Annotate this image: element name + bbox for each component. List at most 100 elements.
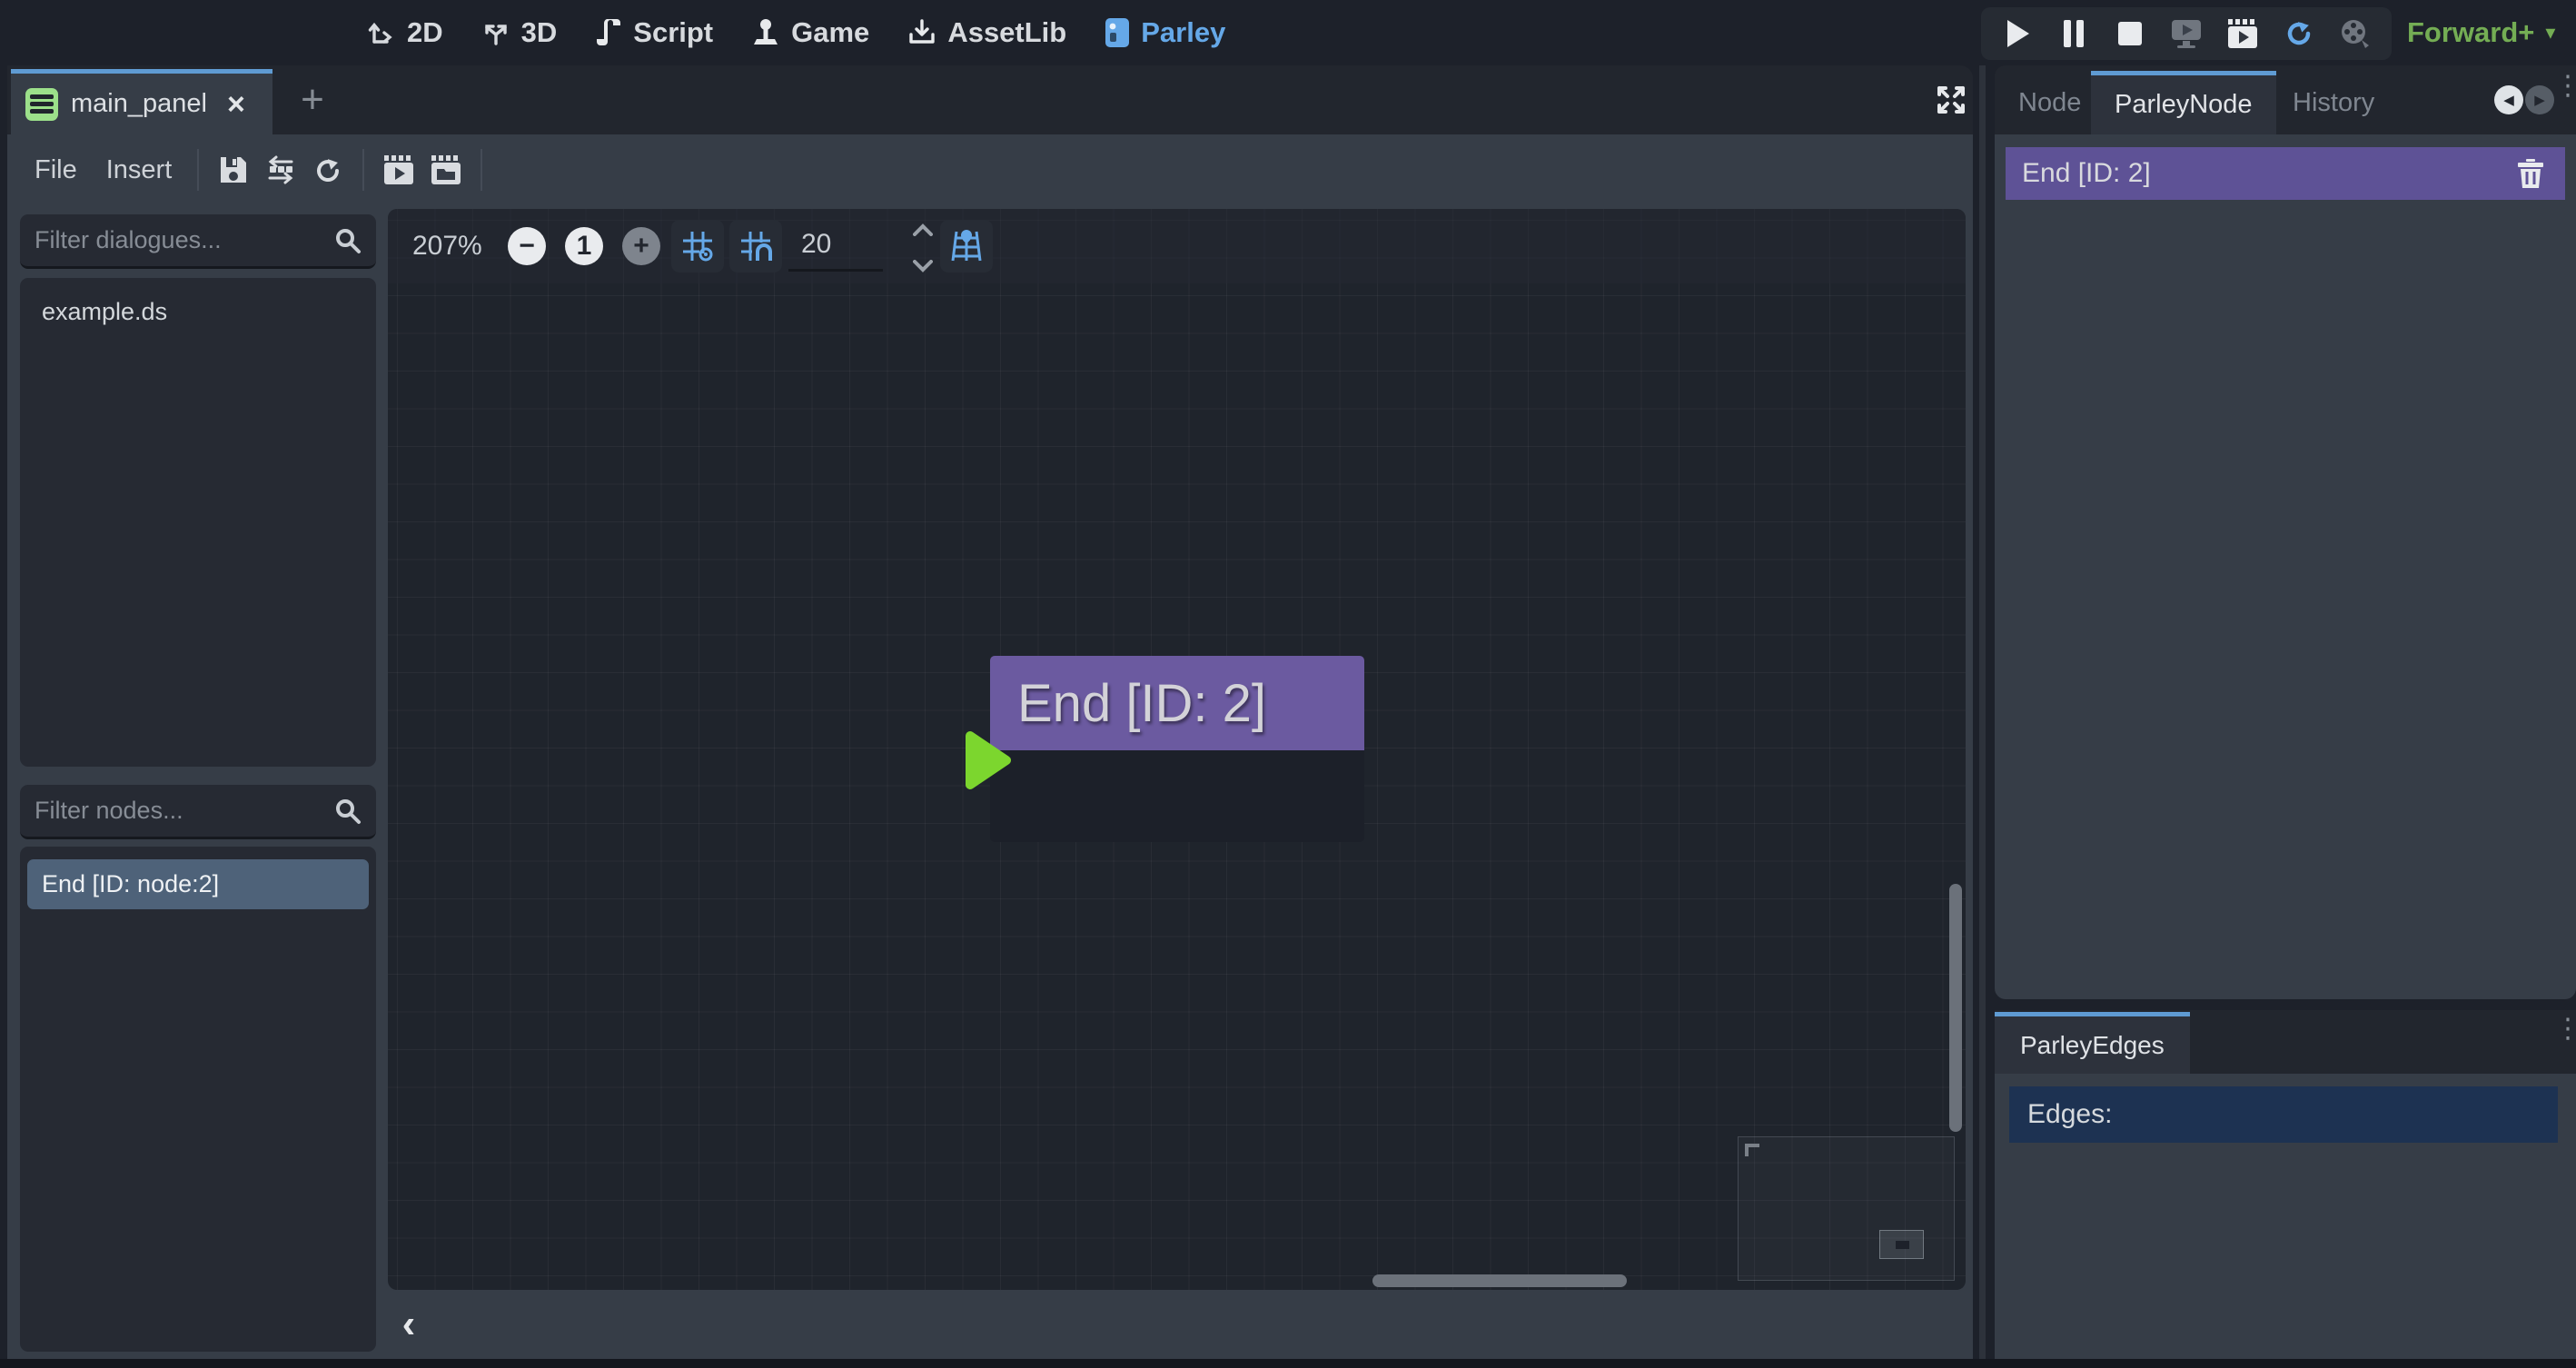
collapse-sidebar-button[interactable]: ‹: [389, 1301, 429, 1348]
input-port[interactable]: [965, 730, 1012, 795]
snap-input-underline: [788, 269, 883, 272]
edges-menu-button[interactable]: ⋮: [2554, 1021, 2572, 1038]
zoom-in-button[interactable]: +: [622, 227, 660, 265]
snap-distance-input[interactable]: 20: [801, 229, 831, 260]
renderer-label: Forward+: [2407, 16, 2534, 49]
menu-parley-label: Parley: [1141, 16, 1225, 49]
clapper-play-icon: [382, 154, 415, 185]
arrange-nodes-button[interactable]: [257, 146, 304, 193]
workspace-switcher: 2D 3D Script Game AssetLib Parley: [367, 0, 1225, 65]
canvas-vertical-scrollbar[interactable]: [1949, 884, 1962, 1132]
trash-icon: [2516, 158, 2545, 189]
movie-maker-button[interactable]: [2335, 14, 2375, 54]
pause-button[interactable]: [2054, 14, 2094, 54]
save-button[interactable]: [210, 146, 257, 193]
node-list-item-end[interactable]: End [ID: node:2]: [27, 859, 369, 909]
zoom-reset-button[interactable]: 1: [565, 227, 603, 265]
film-reel-icon: [2340, 18, 2371, 49]
play-scene-button[interactable]: [2166, 14, 2206, 54]
hot-reload-button[interactable]: [2279, 14, 2319, 54]
expand-panel-button[interactable]: [1931, 80, 1971, 120]
tab-history[interactable]: History: [2269, 71, 2398, 134]
play-icon: [2004, 18, 2031, 49]
inspector-dock: Node ParleyNode History ◀ ▶ ⋮ End [ID: 2…: [1995, 65, 2576, 1359]
dialogue-item-example[interactable]: example.ds: [20, 278, 376, 339]
tab-main-panel[interactable]: main_panel ×: [11, 69, 272, 134]
run-controls-bar: [1981, 7, 2392, 60]
toggle-minimap-button[interactable]: [940, 220, 993, 273]
delete-node-button[interactable]: [2512, 155, 2549, 192]
play-scene-icon: [2170, 18, 2203, 49]
file-menu[interactable]: File: [20, 155, 92, 185]
test-dialogue-from-button[interactable]: [422, 146, 470, 193]
toolbar-separator: [481, 149, 482, 191]
spinner-up-icon: [913, 223, 933, 236]
expand-icon: [1934, 83, 1968, 117]
port-triangle-icon: [965, 730, 1012, 790]
toolbar-separator: [197, 149, 199, 191]
play-movie-button[interactable]: [2223, 14, 2263, 54]
spinner-down-icon: [913, 260, 933, 273]
canvas-horizontal-scrollbar[interactable]: [1372, 1274, 1627, 1287]
edges-label: Edges:: [2027, 1099, 2112, 1130]
filter-nodes-placeholder: Filter nodes...: [35, 797, 334, 825]
menu-2d[interactable]: 2D: [367, 16, 443, 49]
tabs-next-button[interactable]: ▶: [2525, 85, 2554, 114]
tab-main-panel-label: main_panel: [71, 89, 207, 119]
tab-parleynode[interactable]: ParleyNode: [2091, 71, 2276, 134]
menu-script[interactable]: Script: [595, 16, 713, 49]
minimap-camera-rect[interactable]: [1879, 1230, 1924, 1259]
assetlib-download-icon: [907, 18, 936, 47]
graph-node-end[interactable]: End [ID: 2]: [990, 656, 1364, 842]
movie-clapper-icon: [2226, 18, 2259, 49]
menu-game-label: Game: [791, 16, 869, 49]
tabs-prev-button[interactable]: ◀: [2494, 85, 2523, 114]
renderer-selector[interactable]: Forward+ ▾: [2407, 0, 2555, 65]
new-tab-button[interactable]: +: [291, 78, 334, 122]
inspector-node-row[interactable]: End [ID: 2]: [2006, 147, 2565, 200]
3d-axes-icon: [481, 18, 510, 47]
dock-splitter[interactable]: [1979, 65, 1986, 1359]
menu-assetlib[interactable]: AssetLib: [907, 16, 1066, 49]
stop-icon: [2117, 21, 2143, 46]
panel-tab-strip: main_panel × +: [7, 65, 1973, 134]
filter-nodes-input[interactable]: Filter nodes...: [20, 785, 376, 839]
graph-minimap[interactable]: [1738, 1136, 1955, 1281]
toggle-grid-button[interactable]: [671, 220, 724, 273]
toggle-snap-button[interactable]: [729, 220, 782, 273]
tab-node[interactable]: Node: [1995, 71, 2105, 134]
grid-magnet-icon: [739, 230, 772, 263]
dialogues-list: example.ds: [20, 278, 376, 767]
minimap-corner-marker: [1745, 1144, 1759, 1156]
test-dialogue-button[interactable]: [375, 146, 422, 193]
stop-button[interactable]: [2110, 14, 2150, 54]
menu-parley[interactable]: Parley: [1105, 16, 1225, 49]
parleyedges-panel: Edges:: [1995, 1074, 2576, 1359]
graph-node-title: End [ID: 2]: [1017, 673, 1266, 734]
menu-2d-label: 2D: [407, 16, 443, 49]
graph-node-header[interactable]: End [ID: 2]: [990, 656, 1364, 750]
parley-plugin-icon: [1105, 17, 1130, 48]
list-icon: [25, 88, 58, 121]
graph-node-body[interactable]: [990, 750, 1364, 842]
close-tab-icon[interactable]: ×: [227, 89, 245, 120]
game-joystick-icon: [751, 17, 780, 48]
minimap-node-marker: [1896, 1241, 1909, 1249]
undo-arrow-icon: [312, 154, 343, 185]
script-scroll-icon: [595, 17, 622, 48]
snap-spinner[interactable]: [911, 223, 935, 273]
menu-3d[interactable]: 3D: [481, 16, 558, 49]
2d-axes-icon: [367, 18, 396, 47]
insert-menu[interactable]: Insert: [92, 155, 187, 185]
parley-workspace: main_panel × + File Insert: [7, 65, 1973, 1359]
graph-canvas[interactable]: 207% − 1 + 20: [388, 209, 1966, 1290]
editor-top-bar: 2D 3D Script Game AssetLib Parley: [0, 0, 2576, 65]
reload-icon: [2284, 18, 2314, 49]
menu-game[interactable]: Game: [751, 16, 869, 49]
zoom-out-button[interactable]: −: [508, 227, 546, 265]
tab-parleyedges[interactable]: ParleyEdges: [1995, 1012, 2190, 1074]
filter-dialogues-input[interactable]: Filter dialogues...: [20, 214, 376, 269]
play-button[interactable]: [1997, 14, 2037, 54]
dock-menu-button[interactable]: ⋮: [2554, 78, 2572, 95]
reset-view-button[interactable]: [304, 146, 352, 193]
